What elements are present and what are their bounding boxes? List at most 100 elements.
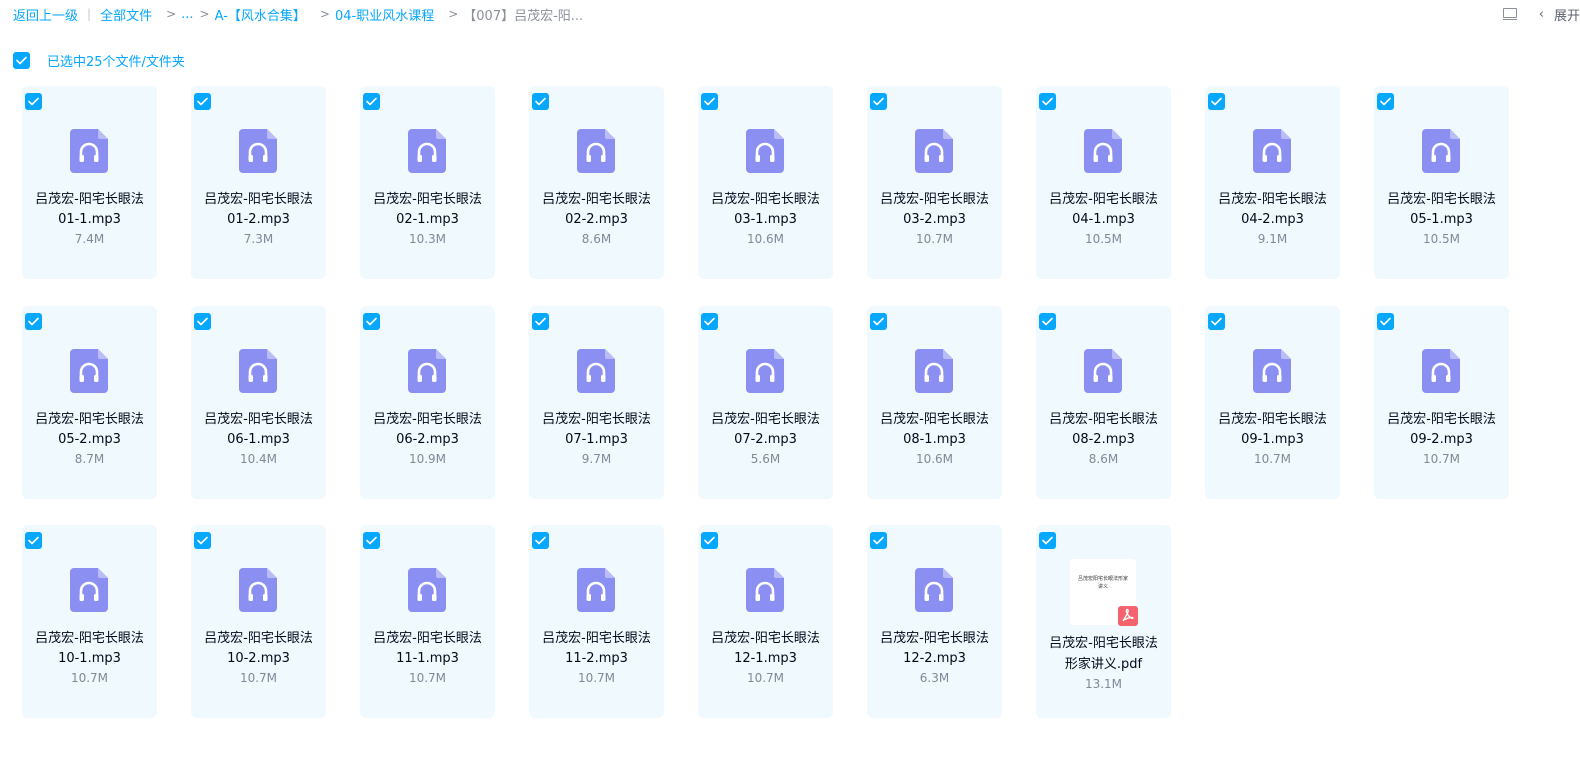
breadcrumb: 返回上一级 | 全部文件 > ... > A-【风水合集】 > 04-职业风水课… (0, 5, 583, 24)
file-card[interactable]: 吕茂宏-阳宅长眼法 09-1.mp3 10.7M (1205, 305, 1340, 499)
audio-file-icon (577, 568, 615, 612)
file-card[interactable]: 吕茂宏-阳宅长眼法 12-1.mp3 10.7M (698, 525, 833, 718)
breadcrumb-arrow-icon: > (199, 7, 210, 21)
breadcrumb-folder-04[interactable]: 04-职业风水课程 (335, 5, 434, 24)
file-name-line1: 吕茂宏-阳宅长眼法 (204, 631, 313, 646)
file-checkbox[interactable] (1208, 93, 1225, 110)
file-card[interactable]: 吕茂宏-阳宅长眼法 10-1.mp3 10.7M (22, 525, 157, 718)
file-checkbox[interactable] (25, 93, 42, 110)
file-size: 6.3M (919, 671, 950, 685)
file-checkbox[interactable] (1039, 532, 1056, 549)
file-card[interactable]: 吕茂宏-阳宅长眼法 06-1.mp3 10.4M (191, 305, 326, 499)
file-name: 吕茂宏-阳宅长眼法 10-2.mp3 (197, 629, 320, 669)
file-card[interactable]: 吕茂宏-阳宅长眼法 11-2.mp3 10.7M (529, 525, 664, 718)
file-name: 吕茂宏-阳宅长眼法 11-1.mp3 (366, 629, 489, 669)
file-checkbox[interactable] (532, 93, 549, 110)
file-checkbox[interactable] (532, 532, 549, 549)
file-card[interactable]: 吕茂宏-阳宅长眼法 05-2.mp3 8.7M (22, 305, 157, 499)
file-name-line2: 10-2.mp3 (227, 651, 290, 666)
breadcrumb-divider: | (87, 7, 92, 21)
file-card[interactable]: 吕茂宏-阳宅长眼法 03-2.mp3 10.7M (867, 86, 1002, 279)
file-card[interactable]: 吕茂宏-阳宅长眼法 02-1.mp3 10.3M (360, 86, 495, 279)
file-card[interactable]: 吕茂宏-阳宅长眼法 10-2.mp3 10.7M (191, 525, 326, 718)
file-card[interactable]: 吕茂宏-阳宅长眼法 06-2.mp3 10.9M (360, 305, 495, 499)
file-checkbox[interactable] (363, 532, 380, 549)
file-checkbox[interactable] (1377, 312, 1394, 330)
checkmark-icon (197, 536, 208, 545)
file-card[interactable]: 吕茂宏-阳宅长眼法 08-2.mp3 8.6M (1036, 305, 1171, 499)
file-checkbox[interactable] (870, 93, 887, 110)
file-checkbox[interactable] (1208, 312, 1225, 330)
file-card[interactable]: 吕茂宏-阳宅长眼法 08-1.mp3 10.6M (867, 305, 1002, 499)
file-checkbox[interactable] (194, 312, 211, 330)
chevron-left-icon[interactable]: ‹ (1539, 7, 1544, 22)
file-size: 8.7M (74, 451, 105, 466)
audio-file-icon (1422, 129, 1460, 173)
file-checkbox[interactable] (701, 532, 718, 549)
pdf-thumbnail: 吕茂宏阳宅长眼法形家讲义 (1070, 559, 1138, 626)
file-card[interactable]: 吕茂宏-阳宅长眼法 03-1.mp3 10.6M (698, 86, 833, 279)
file-name: 吕茂宏-阳宅长眼法 04-2.mp3 (1211, 190, 1334, 230)
file-checkbox[interactable] (363, 312, 380, 330)
breadcrumb-all-files[interactable]: 全部文件 (100, 5, 152, 24)
back-link[interactable]: 返回上一级 (13, 5, 78, 24)
expand-button[interactable]: 展开 (1554, 5, 1580, 24)
file-name-line1: 吕茂宏-阳宅长眼法 (373, 411, 482, 427)
breadcrumb-arrow-icon: > (319, 7, 330, 21)
file-card[interactable]: 吕茂宏阳宅长眼法形家讲义 吕茂宏-阳宅长眼法 形家讲义.pdf 13.1M (1036, 525, 1171, 718)
select-all-checkbox[interactable] (13, 51, 30, 69)
breadcrumb-folder-a[interactable]: A-【风水合集】 (215, 5, 306, 24)
file-card[interactable]: 吕茂宏-阳宅长眼法 07-1.mp3 9.7M (529, 305, 664, 499)
layout-toggle-icon[interactable] (1502, 7, 1517, 21)
file-name-line2: 04-2.mp3 (1241, 212, 1304, 227)
file-checkbox[interactable] (1039, 93, 1056, 110)
file-name: 吕茂宏-阳宅长眼法 08-2.mp3 (1042, 410, 1165, 450)
file-checkbox[interactable] (701, 312, 718, 330)
file-checkbox[interactable] (194, 532, 211, 549)
file-checkbox[interactable] (1039, 312, 1056, 330)
file-card[interactable]: 吕茂宏-阳宅长眼法 04-2.mp3 9.1M (1205, 86, 1340, 279)
file-name-line1: 吕茂宏-阳宅长眼法 (204, 411, 313, 427)
file-checkbox[interactable] (194, 93, 211, 110)
file-checkbox[interactable] (1377, 93, 1394, 110)
file-checkbox[interactable] (870, 312, 887, 330)
file-card[interactable]: 吕茂宏-阳宅长眼法 05-1.mp3 10.5M (1374, 86, 1509, 279)
file-name: 吕茂宏-阳宅长眼法 形家讲义.pdf (1042, 633, 1165, 675)
top-right-controls: ‹ 展开 (1502, 0, 1580, 28)
file-name: 吕茂宏-阳宅长眼法 03-1.mp3 (704, 190, 827, 230)
file-name-line2: 09-2.mp3 (1410, 431, 1473, 447)
file-card[interactable]: 吕茂宏-阳宅长眼法 01-2.mp3 7.3M (191, 86, 326, 279)
file-checkbox[interactable] (363, 93, 380, 110)
file-size: 10.7M (1422, 451, 1461, 466)
file-checkbox[interactable] (25, 312, 42, 330)
file-name: 吕茂宏-阳宅长眼法 12-2.mp3 (873, 629, 996, 669)
file-checkbox[interactable] (870, 532, 887, 549)
audio-file-icon (1422, 348, 1460, 393)
breadcrumb-ellipsis[interactable]: ... (181, 7, 193, 22)
file-card[interactable]: 吕茂宏-阳宅长眼法 09-2.mp3 10.7M (1374, 305, 1509, 499)
file-checkbox[interactable] (701, 93, 718, 110)
file-card[interactable]: 吕茂宏-阳宅长眼法 01-1.mp3 7.4M (22, 86, 157, 279)
file-name: 吕茂宏-阳宅长眼法 06-2.mp3 (366, 410, 489, 450)
file-name: 吕茂宏-阳宅长眼法 10-1.mp3 (28, 629, 151, 669)
checkmark-icon (28, 97, 39, 106)
pdf-icon (1118, 606, 1138, 626)
file-card[interactable]: 吕茂宏-阳宅长眼法 02-2.mp3 8.6M (529, 86, 664, 279)
file-card[interactable]: 吕茂宏-阳宅长眼法 12-2.mp3 6.3M (867, 525, 1002, 718)
audio-file-icon (746, 129, 784, 173)
file-name-line2: 02-1.mp3 (396, 212, 459, 227)
file-name-line1: 吕茂宏-阳宅长眼法 (711, 631, 820, 646)
audio-file-icon (408, 568, 446, 612)
checkmark-icon (1042, 536, 1053, 545)
file-name-line2: 01-2.mp3 (227, 212, 290, 227)
file-card[interactable]: 吕茂宏-阳宅长眼法 11-1.mp3 10.7M (360, 525, 495, 718)
file-size: 10.7M (915, 232, 954, 246)
file-checkbox[interactable] (25, 532, 42, 549)
file-size: 10.7M (577, 671, 616, 685)
file-name-line2: 11-1.mp3 (396, 651, 459, 666)
file-name-line1: 吕茂宏-阳宅长眼法 (35, 631, 144, 646)
file-card[interactable]: 吕茂宏-阳宅长眼法 07-2.mp3 5.6M (698, 305, 833, 499)
file-checkbox[interactable] (532, 312, 549, 330)
file-size: 10.6M (915, 451, 954, 466)
file-card[interactable]: 吕茂宏-阳宅长眼法 04-1.mp3 10.5M (1036, 86, 1171, 279)
